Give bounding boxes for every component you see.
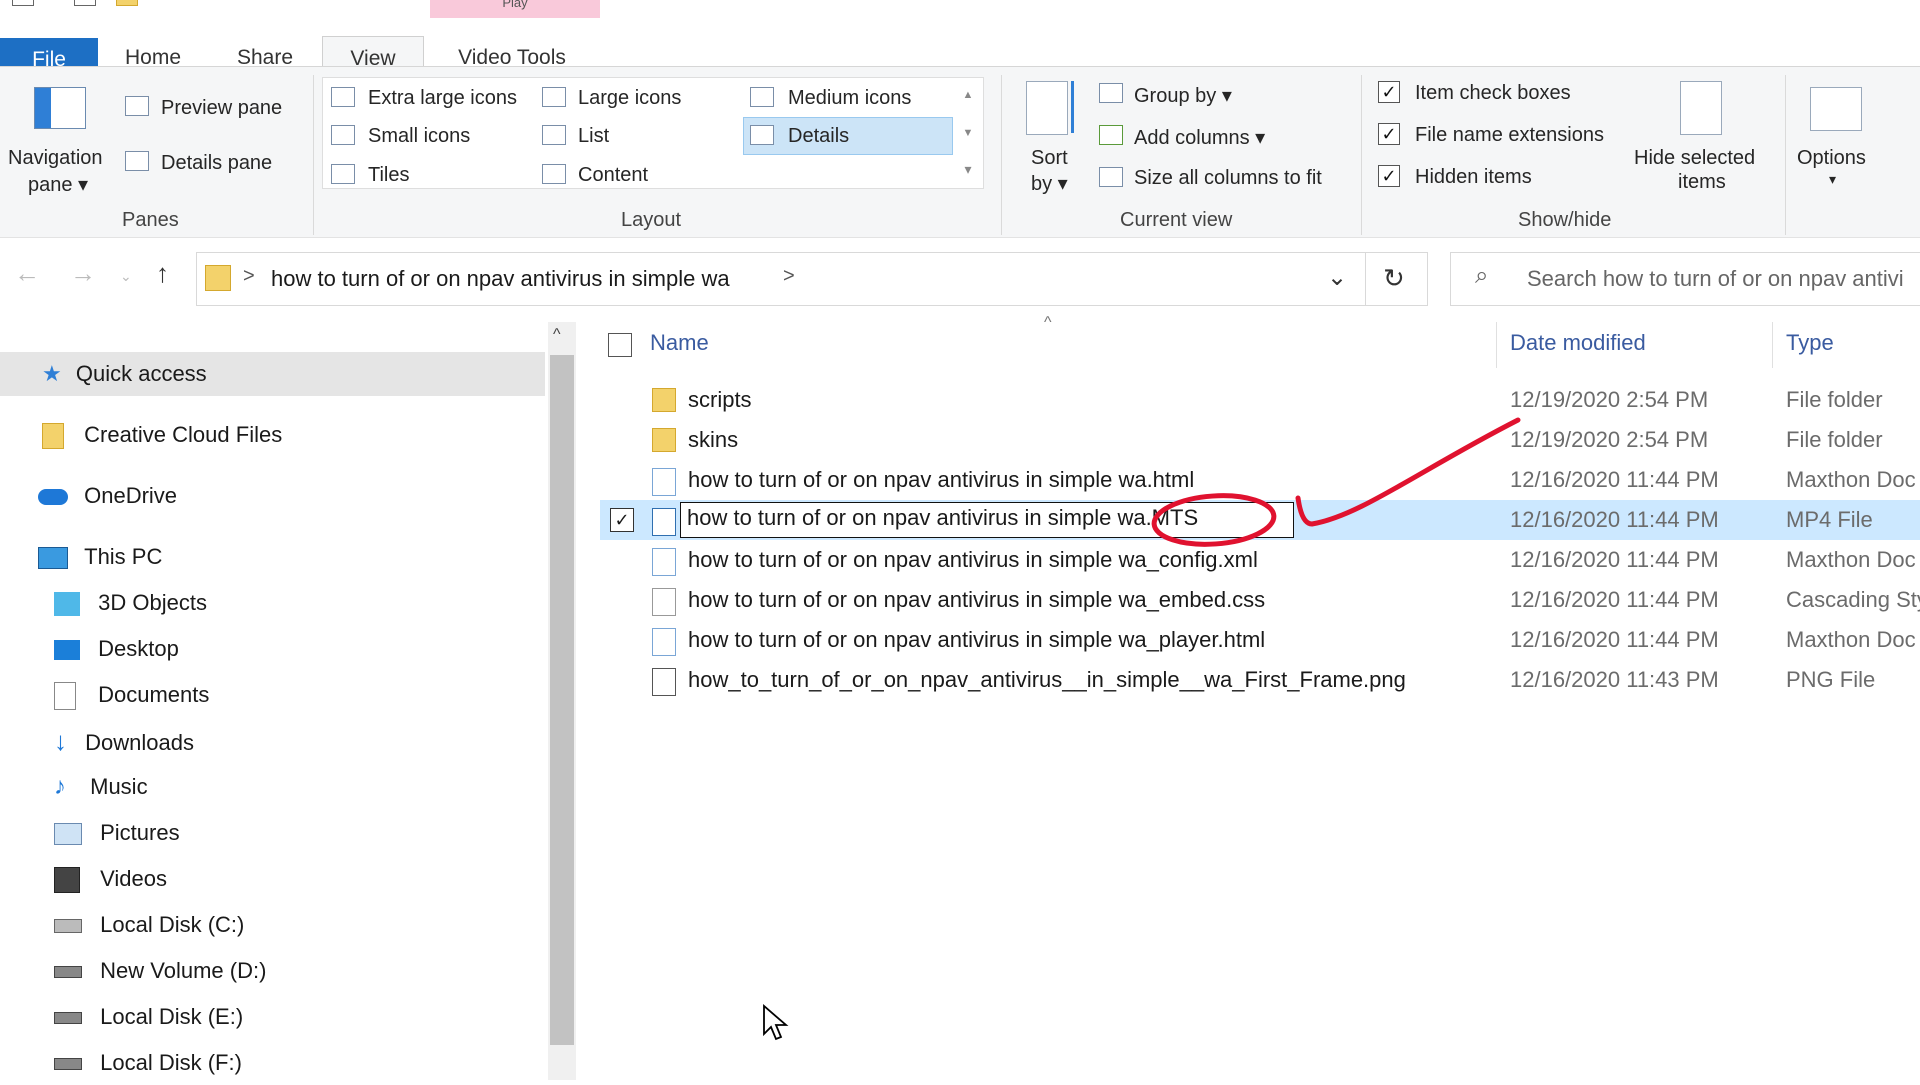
red-annotation-overlay (1151, 417, 1521, 547)
annotation-check-mark (1295, 417, 1521, 527)
mouse-cursor-icon (763, 1004, 789, 1041)
annotation-circle (1151, 493, 1277, 547)
